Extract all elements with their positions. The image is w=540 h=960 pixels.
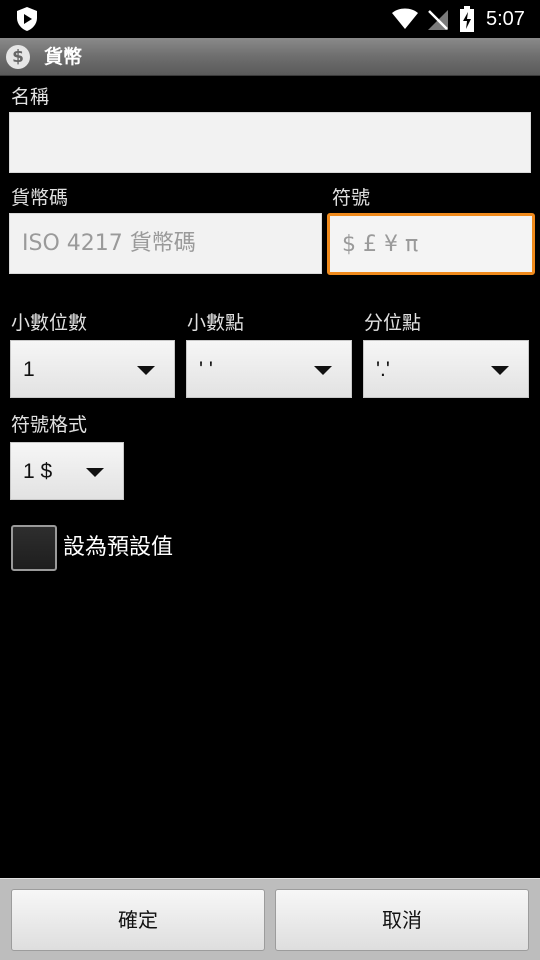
group-separator-value: '.' (376, 358, 390, 381)
decimals-value: 1 (23, 358, 35, 381)
name-label: 名稱 (11, 86, 50, 108)
status-clock: 5:07 (486, 8, 525, 30)
wifi-icon (392, 8, 418, 29)
page-title: 貨幣 (44, 46, 83, 68)
cancel-button[interactable]: 取消 (275, 889, 529, 951)
chevron-down-icon (137, 366, 155, 375)
decimal-point-value: ' ' (199, 358, 213, 381)
decimal-point-spinner[interactable]: ' ' (186, 340, 352, 398)
chevron-down-icon (86, 468, 104, 477)
group-separator-spinner[interactable]: '.' (363, 340, 529, 398)
decimals-label: 小數位數 (11, 312, 88, 334)
group-separator-label: 分位點 (364, 312, 422, 334)
battery-charging-icon (460, 6, 474, 32)
decimal-point-label: 小數點 (187, 312, 245, 334)
name-input[interactable] (9, 112, 531, 173)
chevron-down-icon (491, 366, 509, 375)
status-bar: 5:07 (0, 0, 540, 38)
set-default-label[interactable]: 設為預設值 (63, 533, 173, 563)
set-default-checkbox[interactable] (11, 525, 57, 571)
symbol-format-value: 1 $ (23, 460, 53, 483)
symbol-format-spinner[interactable]: 1 $ (10, 442, 124, 500)
decimals-spinner[interactable]: 1 (10, 340, 175, 398)
shield-play-icon (17, 7, 37, 31)
currency-code-label: 貨幣碼 (11, 187, 69, 209)
currency-code-input[interactable] (9, 213, 322, 274)
chevron-down-icon (314, 366, 332, 375)
dollar-icon: $ (6, 45, 30, 69)
title-bar: $ 貨幣 (0, 38, 540, 76)
ok-button[interactable]: 確定 (11, 889, 265, 951)
no-signal-icon (428, 10, 448, 30)
symbol-format-label: 符號格式 (11, 414, 88, 436)
symbol-input[interactable] (327, 213, 535, 275)
symbol-label: 符號 (332, 187, 371, 209)
button-bar: 確定 取消 (0, 878, 540, 960)
